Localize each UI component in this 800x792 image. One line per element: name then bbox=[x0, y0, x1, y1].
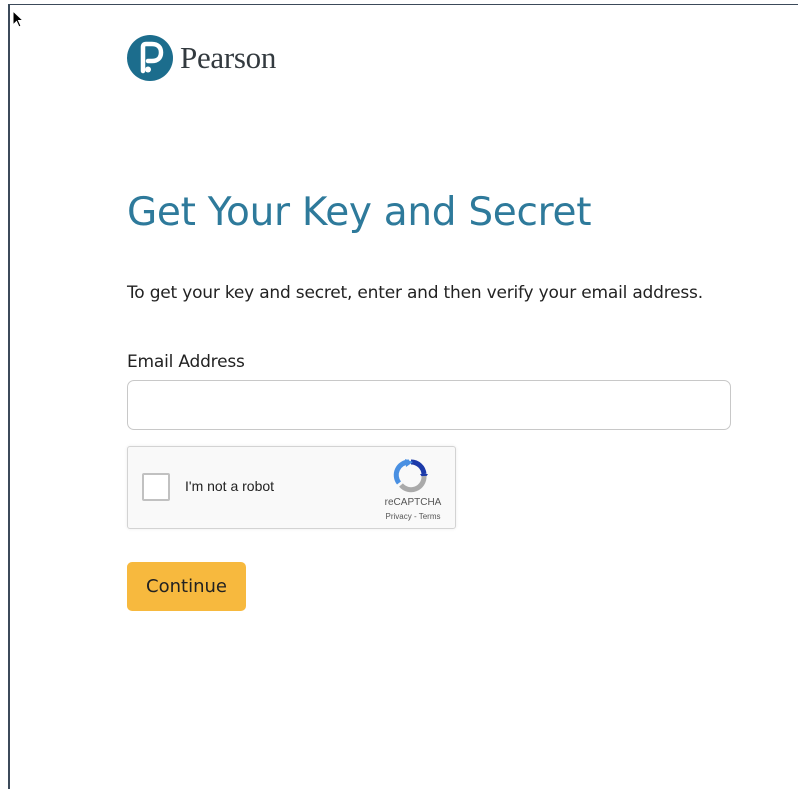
recaptcha-terms-link[interactable]: Terms bbox=[419, 512, 441, 521]
recaptcha-links: Privacy - Terms bbox=[378, 512, 448, 521]
recaptcha-widget: I'm not a robot reCAPTCHA Privacy - Term… bbox=[127, 446, 456, 529]
email-label: Email Address bbox=[127, 352, 245, 372]
page-title: Get Your Key and Secret bbox=[127, 190, 592, 235]
recaptcha-checkbox[interactable] bbox=[142, 473, 170, 501]
pearson-logo[interactable]: Pearson bbox=[127, 35, 276, 81]
recaptcha-privacy-link[interactable]: Privacy bbox=[386, 512, 412, 521]
page-description: To get your key and secret, enter and th… bbox=[127, 283, 703, 303]
continue-button[interactable]: Continue bbox=[127, 562, 246, 611]
mouse-cursor-icon bbox=[12, 10, 24, 28]
pearson-logo-icon bbox=[127, 35, 173, 81]
email-input[interactable] bbox=[127, 380, 731, 430]
recaptcha-brand: reCAPTCHA bbox=[384, 497, 442, 508]
recaptcha-separator: - bbox=[411, 512, 419, 521]
recaptcha-icon bbox=[393, 459, 428, 493]
brand-name: Pearson bbox=[180, 40, 277, 75]
recaptcha-label: I'm not a robot bbox=[185, 478, 275, 494]
